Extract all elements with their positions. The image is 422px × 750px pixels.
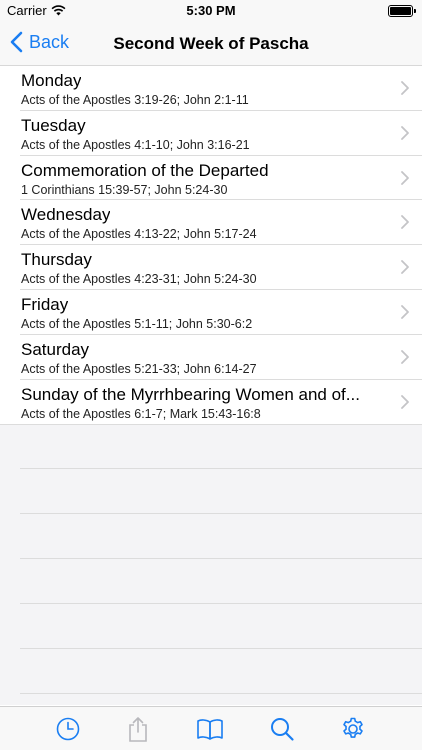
list-item-title: Saturday (21, 339, 90, 359)
divider (20, 603, 422, 604)
divider (20, 513, 422, 514)
list-item[interactable]: Monday Acts of the Apostles 3:19-26; Joh… (20, 66, 422, 111)
book-icon (197, 719, 223, 740)
list-item-subtitle: Acts of the Apostles 3:19-26; John 2:1-1… (21, 93, 249, 107)
battery-icon (388, 5, 416, 17)
list-item[interactable]: Commemoration of the Departed 1 Corinthi… (20, 156, 422, 201)
chevron-right-icon (401, 349, 409, 364)
chevron-right-icon (401, 170, 409, 185)
gear-icon (343, 717, 363, 738)
list-item-subtitle: Acts of the Apostles 5:21-33; John 6:14-… (21, 361, 257, 376)
navigation-bar: Back Second Week of Pascha (0, 22, 422, 66)
chevron-right-icon (401, 305, 409, 319)
tab-search[interactable] (267, 714, 297, 744)
chevron-right-icon (401, 125, 409, 140)
page-title: Second Week of Pascha (113, 34, 309, 53)
list-item[interactable]: Saturday Acts of the Apostles 5:21-33; J… (20, 335, 422, 380)
tab-bar (0, 706, 422, 750)
chevron-right-icon (401, 260, 409, 275)
empty-list-area (0, 425, 422, 705)
chevron-right-icon (401, 81, 409, 95)
tab-settings[interactable] (338, 714, 368, 744)
status-bar: Carrier 5:30 PM (0, 0, 422, 22)
list-item-subtitle: Acts of the Apostles 4:13-22; John 5:17-… (21, 227, 257, 242)
list-item[interactable]: Friday Acts of the Apostles 5:1-11; John… (20, 290, 422, 335)
list-item[interactable]: Sunday of the Myrrhbearing Women and of.… (20, 380, 422, 425)
list-item[interactable]: Thursday Acts of the Apostles 4:23-31; J… (20, 245, 422, 290)
divider (20, 468, 422, 469)
tab-history[interactable] (53, 714, 83, 744)
divider (20, 558, 422, 559)
list-item-title: Monday (21, 71, 82, 90)
divider (20, 648, 422, 649)
list-item-title: Friday (21, 294, 69, 314)
list-item-title: Sunday of the Myrrhbearing Women and of.… (21, 384, 360, 404)
tab-share[interactable] (123, 714, 153, 744)
search-icon (271, 718, 294, 741)
chevron-right-icon (401, 215, 409, 230)
share-icon (129, 717, 147, 742)
list-item-subtitle: 1 Corinthians 15:39-57; John 5:24-30 (21, 182, 228, 197)
list-item-title: Wednesday (21, 205, 111, 225)
list-item-subtitle: Acts of the Apostles 4:1-10; John 3:16-2… (21, 137, 250, 152)
status-time: 5:30 PM (186, 3, 236, 18)
list-item-title: Commemoration of the Departed (21, 160, 269, 180)
list-item-title: Thursday (21, 250, 92, 270)
tab-books[interactable] (195, 714, 225, 744)
list-item-subtitle: Acts of the Apostles 6:1-7; Mark 15:43-1… (21, 406, 261, 421)
chevron-right-icon (401, 394, 409, 409)
list-item[interactable]: Tuesday Acts of the Apostles 4:1-10; Joh… (20, 111, 422, 156)
readings-list: Monday Acts of the Apostles 3:19-26; Joh… (0, 66, 422, 424)
list-item-title: Tuesday (21, 115, 86, 135)
list-item-subtitle: Acts of the Apostles 4:23-31; John 5:24-… (21, 272, 257, 287)
list-item[interactable]: Wednesday Acts of the Apostles 4:13-22; … (20, 200, 422, 246)
divider (20, 693, 422, 694)
clock-icon (56, 717, 80, 741)
list-item-subtitle: Acts of the Apostles 5:1-11; John 5:30-6… (21, 316, 253, 331)
